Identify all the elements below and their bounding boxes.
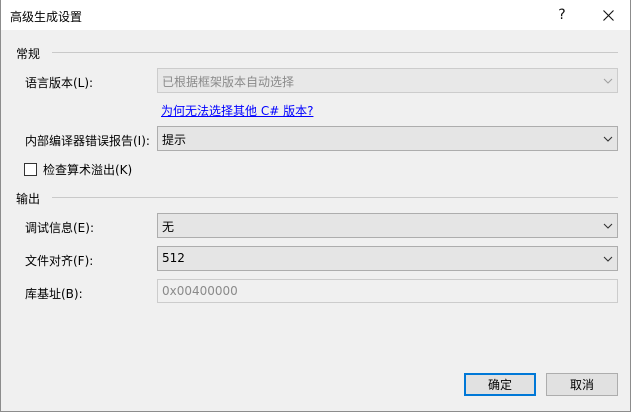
cancel-button-label: 取消: [569, 378, 594, 392]
language-version-value: 已根据框架版本自动选择: [162, 75, 295, 89]
debug-info-value: 无: [162, 220, 175, 234]
help-icon: ?: [558, 7, 566, 23]
chevron-down-icon: [603, 78, 613, 84]
file-alignment-value: 512: [162, 251, 185, 265]
close-button[interactable]: [585, 0, 631, 30]
chevron-down-icon: [603, 256, 613, 262]
why-cannot-select-version-link[interactable]: 为何无法选择其他 C# 版本?: [161, 102, 313, 119]
chevron-down-icon: [603, 223, 613, 229]
group-label-general: 常规: [16, 47, 41, 61]
check-arithmetic-overflow-checkbox[interactable]: [24, 163, 37, 176]
close-icon: [602, 9, 614, 21]
check-arithmetic-overflow-row[interactable]: 检查算术溢出(K): [24, 161, 132, 178]
advanced-build-settings-dialog: 高级生成设置 ? 常规 语言版本(L): 已根据框架版本自动选择 为何无法选择其…: [0, 0, 631, 412]
file-alignment-label: 文件对齐(F):: [25, 254, 94, 268]
language-version-label: 语言版本(L):: [25, 76, 94, 90]
debug-info-combo[interactable]: 无: [157, 213, 618, 238]
compiler-error-report-combo[interactable]: 提示: [157, 126, 618, 151]
language-version-combo: 已根据框架版本自动选择: [157, 68, 618, 93]
group-divider-output: [52, 197, 618, 198]
group-divider-general: [52, 52, 618, 53]
cancel-button[interactable]: 取消: [546, 373, 618, 396]
chevron-down-icon: [603, 136, 613, 142]
check-arithmetic-overflow-label: 检查算术溢出(K): [43, 163, 133, 177]
base-address-input: 0x00400000: [157, 279, 618, 303]
title-bar: 高级生成设置 ?: [1, 0, 630, 30]
ok-button[interactable]: 确定: [464, 373, 536, 396]
dialog-title: 高级生成设置: [10, 10, 83, 24]
base-address-label: 库基址(B):: [25, 287, 83, 301]
group-label-output: 输出: [16, 192, 41, 206]
compiler-error-report-label: 内部编译器错误报告(I):: [25, 134, 150, 148]
compiler-error-report-value: 提示: [162, 133, 187, 147]
ok-button-label: 确定: [487, 378, 512, 392]
file-alignment-combo[interactable]: 512: [157, 246, 618, 271]
help-button[interactable]: ?: [539, 0, 585, 30]
base-address-value: 0x00400000: [162, 284, 238, 298]
debug-info-label: 调试信息(E):: [25, 221, 94, 235]
